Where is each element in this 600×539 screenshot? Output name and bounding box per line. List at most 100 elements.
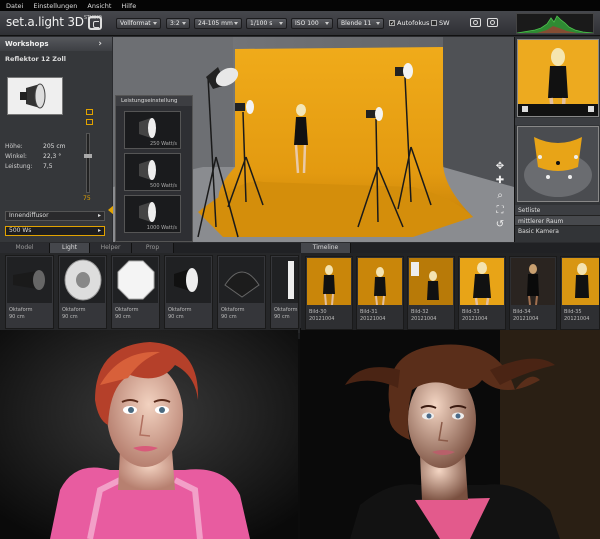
autofocus-label: Autofokus <box>397 19 430 27</box>
tab-bar: Model Light Helper Prop Timeline <box>0 243 600 253</box>
timeline-shot[interactable]: Bild-35 20121004 <box>560 256 600 330</box>
library-item[interactable]: Oktaform 90 cm <box>111 255 160 329</box>
timeline-shot[interactable]: Bild-30 20121004 <box>305 256 353 330</box>
app-logo-text: set.a.light 3D <box>6 15 84 29</box>
library-item-name: Oktaform <box>9 307 33 313</box>
library-item[interactable]: Oktaform 90 cm <box>270 255 299 329</box>
left-panel: Workshops › Reflektor 12 Zoll Höhe: 205 cm… <box>0 37 112 242</box>
library-item-image <box>113 257 158 303</box>
timeline-shot[interactable]: Bild-33 20121004 <box>458 256 506 330</box>
move-icon[interactable]: ✚ <box>494 175 506 187</box>
power-popup-title: Leistungseinstellung <box>116 96 192 106</box>
camera-preview[interactable] <box>517 39 599 117</box>
timeline-shot-image <box>511 258 555 305</box>
power-popup: Leistungseinstellung 250 Watt/s 500 Watt… <box>115 95 193 242</box>
render-portrait-right <box>300 330 600 539</box>
camera-icon[interactable] <box>470 18 481 27</box>
library-item-name: Oktaform <box>274 307 298 313</box>
format-value: Vollformat <box>120 20 151 27</box>
power-option-1000[interactable]: 1000 Watt/s <box>124 195 181 233</box>
power-option-label: 1000 Watt/s <box>146 225 177 231</box>
right-panel: Setliste mittlerer Raum Basic Kamera <box>514 37 600 242</box>
setlist-item[interactable]: mittlerer Raum <box>515 215 600 225</box>
bw-checkbox[interactable]: SW <box>431 19 450 27</box>
library-item-image <box>7 257 52 303</box>
prop-height: Höhe: 205 cm <box>5 143 66 150</box>
prop-angle-label: Winkel: <box>5 153 27 160</box>
chevron-down-icon <box>234 22 238 25</box>
checkbox-checked-icon: ✓ <box>389 20 396 27</box>
chevron-right-icon: ▸ <box>97 227 101 234</box>
iso-value: ISO 100 <box>295 20 319 27</box>
striplight-icon <box>288 261 294 299</box>
library-item[interactable]: Oktaform 90 cm <box>58 255 107 329</box>
view-tools: ✥ ✚ ⌕ ⛶ ↺ <box>491 161 509 241</box>
portrait-image <box>300 330 600 539</box>
menu-hilfe[interactable]: Hilfe <box>121 2 136 10</box>
menu-ansicht[interactable]: Ansicht <box>87 2 111 10</box>
library-item-name: Oktaform <box>168 307 192 313</box>
slider-knob[interactable] <box>84 154 92 158</box>
timeline-shot-name: Bild-31 <box>360 309 378 315</box>
menu-einstellungen[interactable]: Einstellungen <box>33 2 77 10</box>
diffusor-select[interactable]: Innendiffusor ▸ <box>5 211 105 221</box>
library-item[interactable]: Oktaform 90 cm <box>5 255 54 329</box>
tab-prop[interactable]: Prop <box>132 243 174 253</box>
autofocus-checkbox[interactable]: ✓ Autofokus <box>389 19 429 27</box>
tab-light[interactable]: Light <box>50 243 90 253</box>
umbrella-icon <box>224 271 260 298</box>
aperture-select[interactable]: Blende 11 <box>337 18 384 29</box>
shot-thumbnail <box>323 265 335 305</box>
histogram <box>516 13 594 34</box>
menu-datei[interactable]: Datei <box>6 2 23 10</box>
shot-thumbnail <box>374 267 386 305</box>
library-item-size: 90 cm <box>274 314 290 320</box>
timeline-shot[interactable]: Bild-34 20121004 <box>509 256 557 330</box>
orbit-icon[interactable]: ✥ <box>494 161 506 173</box>
iso-select[interactable]: ISO 100 <box>291 18 333 29</box>
power-option-label: 250 Watt/s <box>149 141 177 147</box>
link-icon[interactable] <box>86 109 93 115</box>
lens-select[interactable]: 24-105 mm <box>194 18 242 29</box>
tab-model[interactable]: Model <box>0 243 50 253</box>
tab-helper[interactable]: Helper <box>90 243 132 253</box>
library-item[interactable]: Oktaform 90 cm <box>164 255 213 329</box>
tab-timeline[interactable]: Timeline <box>301 243 351 253</box>
chevron-right-icon[interactable]: › <box>98 39 102 49</box>
timeline-shot-date: 20121004 <box>360 316 386 322</box>
overview-preview[interactable] <box>517 126 599 202</box>
timeline-shot-date: 20121004 <box>513 316 539 322</box>
zoom-icon[interactable]: ⌕ <box>494 190 506 202</box>
timeline-shot-image <box>307 258 351 305</box>
reset-view-icon[interactable]: ↺ <box>494 219 506 231</box>
setlist-item[interactable]: Basic Kamera <box>515 225 600 235</box>
power-slider[interactable] <box>84 133 92 193</box>
chevron-right-icon: ▸ <box>97 212 101 219</box>
app-window: set.a.light 3DSTUDIO Vollformat 3:2 24-1… <box>0 11 600 339</box>
library-item-image <box>272 257 298 303</box>
library-item-name: Oktaform <box>115 307 139 313</box>
power-select[interactable]: 500 Ws ▸ <box>5 226 105 236</box>
format-select[interactable]: Vollformat <box>116 18 161 29</box>
ratio-select[interactable]: 3:2 <box>166 18 190 29</box>
fit-icon[interactable]: ⛶ <box>494 205 506 217</box>
portrait-image <box>0 330 298 539</box>
workshops-header[interactable]: Workshops › <box>0 37 112 51</box>
timeline-shot-name: Bild-30 <box>309 309 327 315</box>
timeline-shot[interactable]: Bild-31 20121004 <box>356 256 404 330</box>
reflector-icon <box>139 160 156 180</box>
lock-icon[interactable] <box>86 119 93 125</box>
library-item[interactable]: Oktaform 90 cm <box>217 255 266 329</box>
timeline-shot-image <box>409 258 453 305</box>
library-item-image <box>219 257 264 303</box>
chevron-down-icon <box>325 22 329 25</box>
logo-mark-icon <box>88 16 102 30</box>
library-item-image <box>166 257 211 303</box>
camera-settings-icon[interactable] <box>487 18 498 27</box>
library-item-name: Oktaform <box>221 307 245 313</box>
power-option-500[interactable]: 500 Watt/s <box>124 153 181 191</box>
shutter-select[interactable]: 1/100 s <box>246 18 287 29</box>
timeline-shot[interactable]: Bild-32 20121004 <box>407 256 455 330</box>
timeline-shot-name: Bild-34 <box>513 309 531 315</box>
power-option-250[interactable]: 250 Watt/s <box>124 111 181 149</box>
